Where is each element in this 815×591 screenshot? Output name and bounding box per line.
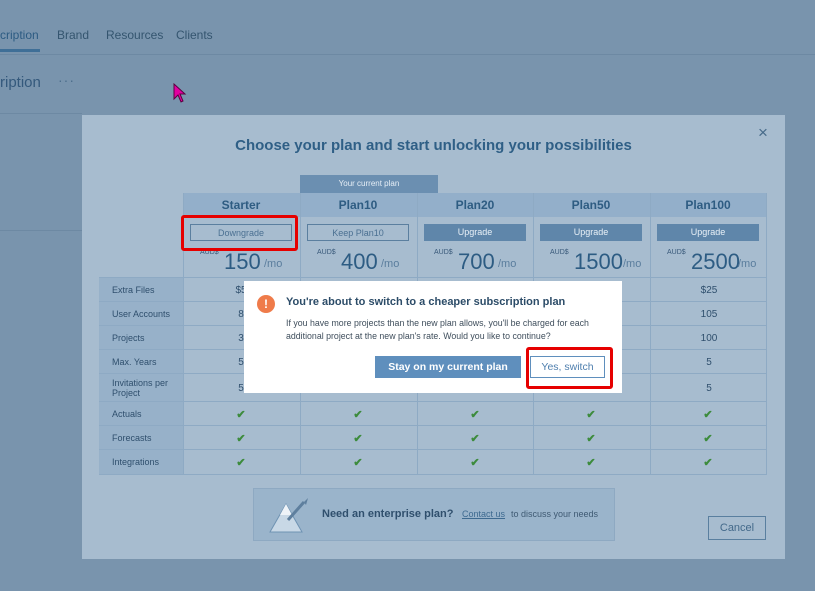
feature-label: Actuals xyxy=(99,402,183,426)
check-icon: ✔ xyxy=(470,432,480,445)
table-cell: 5 xyxy=(706,356,712,368)
table-cell: 5 xyxy=(706,382,712,394)
price-period: /mo xyxy=(623,258,642,270)
divider xyxy=(0,230,82,231)
check-icon: ✔ xyxy=(586,456,596,469)
divider xyxy=(650,193,651,474)
table-row: Actuals ✔ ✔ ✔ ✔ ✔ xyxy=(99,401,767,426)
tab-resources[interactable]: Resources xyxy=(106,28,163,42)
tab-brand[interactable]: Brand xyxy=(57,28,89,42)
check-icon: ✔ xyxy=(470,408,480,421)
enterprise-banner: Need an enterprise plan? Contact us to d… xyxy=(253,488,615,541)
table-row: Forecasts ✔ ✔ ✔ ✔ ✔ xyxy=(99,425,767,450)
page-title: ription xyxy=(0,74,41,91)
feature-label: Max. Years xyxy=(99,350,183,374)
more-options-icon[interactable]: ··· xyxy=(58,72,75,88)
price-amount: 700 xyxy=(458,249,495,274)
enterprise-subtext: to discuss your needs xyxy=(511,509,599,519)
table-cell: $25 xyxy=(700,284,718,296)
table-cell: 100 xyxy=(700,332,718,344)
currency-label: AUD$ xyxy=(550,249,569,256)
divider xyxy=(0,113,82,114)
upgrade-plan50-button[interactable]: Upgrade xyxy=(540,224,642,241)
price-period: /mo xyxy=(264,258,283,270)
price-period: /mo xyxy=(381,258,400,270)
currency-label: AUD$ xyxy=(434,249,453,256)
tab-subscription[interactable]: cription xyxy=(0,28,39,42)
table-row: Integrations ✔ ✔ ✔ ✔ ✔ xyxy=(99,449,767,475)
feature-label: Extra Files xyxy=(99,278,183,302)
plan-name-plan100: Plan100 xyxy=(685,198,731,212)
price-amount: 400 xyxy=(341,249,378,274)
mountain-rocket-icon xyxy=(269,498,308,533)
upgrade-plan20-button[interactable]: Upgrade xyxy=(424,224,526,241)
modal-title: Choose your plan and start unlocking you… xyxy=(235,137,632,154)
keep-plan-button[interactable]: Keep Plan10 xyxy=(307,224,409,241)
feature-label: Projects xyxy=(99,326,183,350)
currency-label: AUD$ xyxy=(667,249,686,256)
dialog-title: You're about to switch to a cheaper subs… xyxy=(286,296,566,308)
check-icon: ✔ xyxy=(703,432,713,445)
dialog-body: If you have more projects than the new p… xyxy=(286,318,589,341)
current-plan-tag: Your current plan xyxy=(300,175,438,193)
price-period: /mo xyxy=(498,258,517,270)
plan-name-plan10: Plan10 xyxy=(338,198,378,212)
feature-label: Forecasts xyxy=(99,426,183,450)
check-icon: ✔ xyxy=(586,432,596,445)
warning-icon: ! xyxy=(257,295,275,313)
check-icon: ✔ xyxy=(703,408,713,421)
check-icon: ✔ xyxy=(236,432,246,445)
contact-us-link[interactable]: Contact us xyxy=(462,509,505,519)
check-icon: ✔ xyxy=(353,408,363,421)
price-plan100: AUD$ 2500 /mo xyxy=(650,249,766,277)
plan-name-starter: Starter xyxy=(221,198,261,212)
table-cell: 105 xyxy=(700,308,718,320)
highlight-box xyxy=(526,347,613,389)
check-icon: ✔ xyxy=(236,456,246,469)
check-icon: ✔ xyxy=(586,408,596,421)
enterprise-text: Need an enterprise plan? xyxy=(322,508,454,520)
price-amount: 150 xyxy=(224,249,261,274)
active-tab-indicator xyxy=(0,49,40,52)
feature-label: Invitations per Project xyxy=(99,374,183,402)
check-icon: ✔ xyxy=(353,456,363,469)
plan-name-plan50: Plan50 xyxy=(571,198,611,212)
currency-label: AUD$ xyxy=(317,249,336,256)
feature-label: User Accounts xyxy=(99,302,183,326)
top-nav: cription Brand Resources Clients xyxy=(0,0,815,55)
price-amount: 1500 xyxy=(574,249,623,274)
highlight-box xyxy=(181,215,298,251)
price-starter: AUD$ 150 /mo xyxy=(183,249,299,277)
check-icon: ✔ xyxy=(353,432,363,445)
divider xyxy=(766,193,767,474)
check-icon: ✔ xyxy=(470,456,480,469)
cancel-button[interactable]: Cancel xyxy=(708,516,766,540)
mouse-cursor-icon xyxy=(173,83,187,103)
upgrade-plan100-button[interactable]: Upgrade xyxy=(657,224,759,241)
price-amount: 2500 xyxy=(691,249,740,274)
plan-header-row: Starter Plan10 Plan20 Plan50 Plan100 xyxy=(183,193,767,217)
feature-label: Integrations xyxy=(99,450,183,474)
stay-on-current-plan-button[interactable]: Stay on my current plan xyxy=(375,356,521,378)
check-icon: ✔ xyxy=(236,408,246,421)
price-period: /mo xyxy=(738,258,757,270)
price-plan10: AUD$ 400 /mo xyxy=(300,249,416,277)
price-plan20: AUD$ 700 /mo xyxy=(417,249,533,277)
plan-name-plan20: Plan20 xyxy=(455,198,495,212)
tab-clients[interactable]: Clients xyxy=(176,28,213,42)
price-plan50: AUD$ 1500 /mo xyxy=(533,249,649,277)
check-icon: ✔ xyxy=(703,456,713,469)
